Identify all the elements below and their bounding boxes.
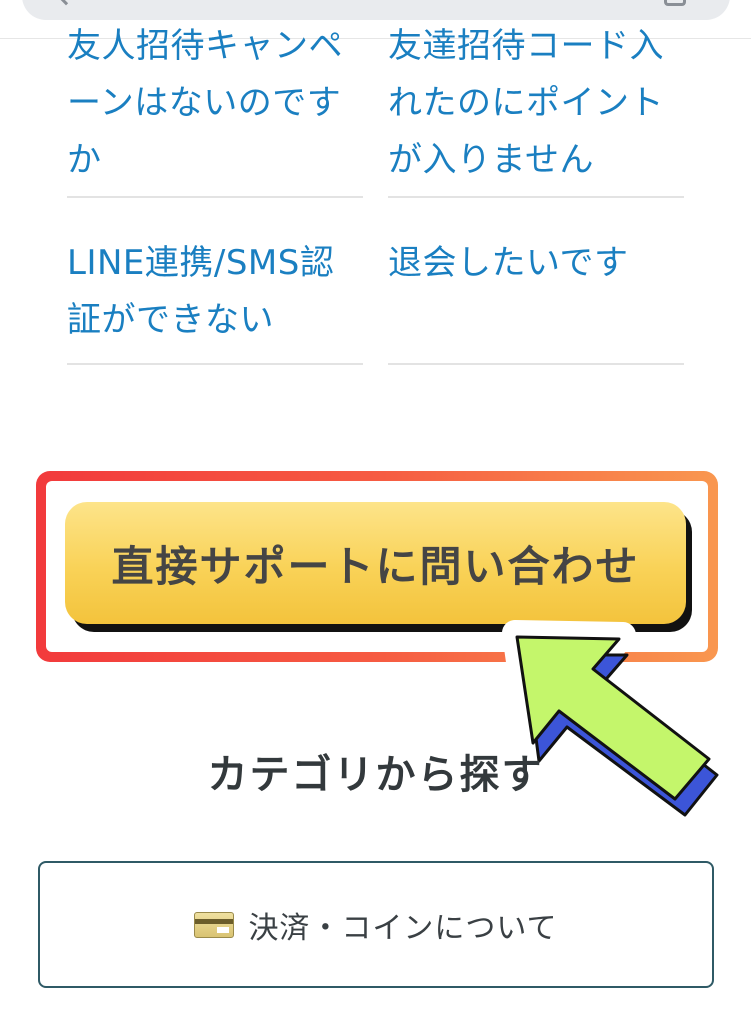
credit-card-icon: [194, 911, 235, 938]
back-icon[interactable]: [54, 0, 78, 6]
faq-divider: [388, 363, 684, 365]
faq-divider: [67, 363, 363, 365]
category-card-label: 決済・コインについて: [248, 910, 558, 946]
category-card-payment-coins[interactable]: 決済・コインについて: [38, 861, 714, 988]
faq-divider: [388, 196, 684, 198]
support-page: 友人招待キャンペ ーンはないのです か 友達招待コード入 れたのにポイント が入…: [0, 0, 751, 1024]
faq-divider: [67, 196, 363, 198]
browser-url-bar[interactable]: [22, 0, 730, 20]
faq-link-friend-campaign[interactable]: 友人招待キャンペ ーンはないのです か: [67, 18, 343, 189]
pointer-arrow-icon: [502, 620, 730, 824]
contact-support-button[interactable]: 直接サポートに問い合わせ: [65, 502, 686, 624]
tabs-icon[interactable]: [664, 0, 686, 6]
faq-link-line-sms-auth[interactable]: LINE連携/SMS認 証ができない: [67, 235, 334, 349]
faq-link-withdraw[interactable]: 退会したいです: [388, 235, 628, 292]
categories-title: カテゴリから探す: [207, 752, 544, 798]
faq-link-invite-code-points[interactable]: 友達招待コード入 れたのにポイント が入りません: [388, 18, 664, 189]
